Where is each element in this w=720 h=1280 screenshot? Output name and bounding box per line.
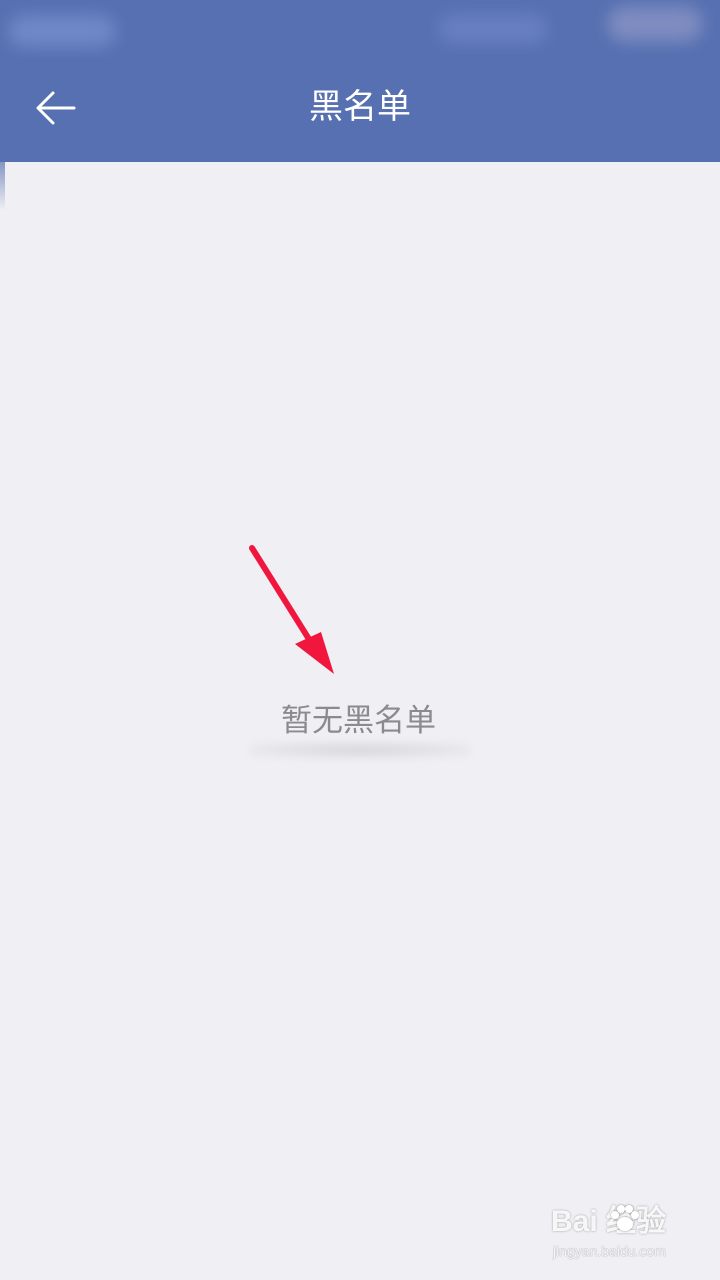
blacklist-screen: 黑名单 暂无黑名单 Bai 经验 jingyan.baidu.com [0, 0, 720, 1280]
arrow-left-icon [36, 91, 76, 125]
page-title: 黑名单 [309, 87, 411, 127]
blurred-status-left [8, 15, 116, 47]
status-bar [0, 0, 720, 74]
paw-icon [611, 1205, 639, 1231]
back-button[interactable] [30, 84, 82, 132]
blurred-status-right [607, 6, 703, 42]
red-arrow-annotation [249, 545, 334, 674]
empty-blacklist-message: 暂无黑名单 [281, 703, 436, 739]
empty-message-shadow [250, 742, 470, 758]
baidu-jingyan-watermark: Bai 经验 jingyan.baidu.com [551, 1198, 683, 1268]
app-header: 黑名单 [0, 74, 720, 162]
header-edge-shadow [0, 162, 5, 210]
blurred-status-middle [438, 14, 548, 44]
watermark-url: jingyan.baidu.com [553, 1243, 666, 1259]
